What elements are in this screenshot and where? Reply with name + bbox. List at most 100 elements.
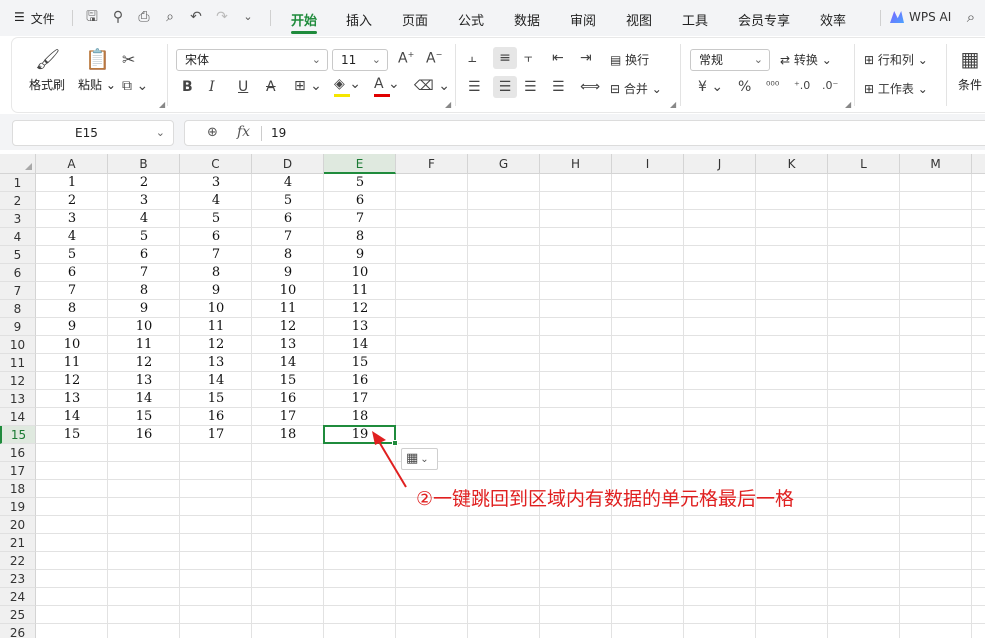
cell-C6[interactable]: 8 <box>180 264 252 282</box>
cell-E14[interactable]: 18 <box>324 408 396 426</box>
align-left-icon[interactable]: ☰ <box>468 79 481 95</box>
cell-D2[interactable]: 5 <box>252 192 324 210</box>
cell-D11[interactable]: 14 <box>252 354 324 372</box>
row-header-16[interactable]: 16 <box>0 444 36 462</box>
cell-B5[interactable]: 6 <box>108 246 180 264</box>
cell-E2[interactable]: 6 <box>324 192 396 210</box>
row-header-4[interactable]: 4 <box>0 228 36 246</box>
cell-B12[interactable]: 13 <box>108 372 180 390</box>
column-header-B[interactable]: B <box>108 154 180 174</box>
cell-B7[interactable]: 8 <box>108 282 180 300</box>
cell-B13[interactable]: 14 <box>108 390 180 408</box>
row-header-13[interactable]: 13 <box>0 390 36 408</box>
copy-icon[interactable]: ⧉ ⌄ <box>122 78 148 94</box>
column-header-A[interactable]: A <box>36 154 108 174</box>
column-header-H[interactable]: H <box>540 154 612 174</box>
row-header-20[interactable]: 20 <box>0 516 36 534</box>
tab-1[interactable]: 插入 <box>346 10 372 29</box>
row-header-8[interactable]: 8 <box>0 300 36 318</box>
row-header-10[interactable]: 10 <box>0 336 36 354</box>
cell-E13[interactable]: 17 <box>324 390 396 408</box>
format-painter-button[interactable]: 🖌 格式刷 <box>29 48 65 93</box>
bold-button[interactable]: B <box>182 79 193 95</box>
font-name-select[interactable]: 宋体 ⌄ <box>176 49 328 71</box>
column-header-D[interactable]: D <box>252 154 324 174</box>
cell-D1[interactable]: 4 <box>252 174 324 192</box>
cell-B14[interactable]: 15 <box>108 408 180 426</box>
row-header-21[interactable]: 21 <box>0 534 36 552</box>
cell-D15[interactable]: 18 <box>252 426 324 444</box>
cell-A3[interactable]: 3 <box>36 210 108 228</box>
name-box[interactable]: E15 ⌄ <box>12 120 174 146</box>
cell-E4[interactable]: 8 <box>324 228 396 246</box>
fill-handle[interactable] <box>392 440 398 446</box>
clipboard-expand-icon[interactable]: ◢ <box>159 100 165 109</box>
cell-D7[interactable]: 10 <box>252 282 324 300</box>
cell-C13[interactable]: 15 <box>180 390 252 408</box>
print-icon[interactable]: ⎙ <box>136 9 152 25</box>
row-header-24[interactable]: 24 <box>0 588 36 606</box>
cell-B9[interactable]: 10 <box>108 318 180 336</box>
zoom-search-icon[interactable]: ⊕ <box>207 125 218 140</box>
align-middle-icon[interactable]: ≡ <box>493 47 517 69</box>
chevron-down-icon[interactable]: ⌄ <box>156 126 165 139</box>
undo-icon[interactable]: ↶ <box>188 9 204 25</box>
tab-5[interactable]: 审阅 <box>570 10 596 29</box>
align-bottom-icon[interactable]: ⫟ <box>524 50 532 66</box>
formula-input[interactable]: ⊕ fx 19 <box>184 120 985 146</box>
quick-action-button[interactable]: ▦ ⌄ <box>401 448 438 470</box>
cell-A14[interactable]: 14 <box>36 408 108 426</box>
thousands-separator-icon[interactable]: ⁰⁰⁰ <box>766 79 779 92</box>
wps-ai-button[interactable]: WPS AI <box>890 10 951 24</box>
cell-D10[interactable]: 13 <box>252 336 324 354</box>
cell-A12[interactable]: 12 <box>36 372 108 390</box>
cell-B11[interactable]: 12 <box>108 354 180 372</box>
cell-A5[interactable]: 5 <box>36 246 108 264</box>
clear-format-icon[interactable]: ⌫ ⌄ <box>414 78 450 94</box>
row-header-7[interactable]: 7 <box>0 282 36 300</box>
column-header-partial[interactable] <box>972 154 985 174</box>
cell-C1[interactable]: 3 <box>180 174 252 192</box>
tab-0[interactable]: 开始 <box>291 10 317 29</box>
conditional-format-button[interactable]: ▦ 条件 <box>958 48 982 93</box>
row-header-22[interactable]: 22 <box>0 552 36 570</box>
cell-C15[interactable]: 17 <box>180 426 252 444</box>
file-menu[interactable]: ☰ 文件 <box>14 10 55 27</box>
font-size-select[interactable]: 11 ⌄ <box>332 49 388 71</box>
row-header-11[interactable]: 11 <box>0 354 36 372</box>
cell-E6[interactable]: 10 <box>324 264 396 282</box>
cell-C5[interactable]: 7 <box>180 246 252 264</box>
column-header-C[interactable]: C <box>180 154 252 174</box>
share-link-icon[interactable]: ⚲ <box>110 9 126 25</box>
cell-D14[interactable]: 17 <box>252 408 324 426</box>
decrease-font-icon[interactable]: A− <box>426 50 442 67</box>
cell-D9[interactable]: 12 <box>252 318 324 336</box>
cell-A9[interactable]: 9 <box>36 318 108 336</box>
select-all-corner[interactable] <box>0 154 36 174</box>
percent-button[interactable]: % <box>738 79 751 95</box>
convert-button[interactable]: ⇄ 转换 ⌄ <box>780 51 832 68</box>
insert-function-icon[interactable]: fx <box>237 124 250 140</box>
save-icon[interactable]: 🖫 <box>84 9 100 25</box>
alignment-expand-icon[interactable]: ◢ <box>670 100 676 109</box>
fill-color-button[interactable]: ◈ ⌄ <box>334 76 361 97</box>
cell-C2[interactable]: 4 <box>180 192 252 210</box>
row-header-23[interactable]: 23 <box>0 570 36 588</box>
cell-E10[interactable]: 14 <box>324 336 396 354</box>
column-header-M[interactable]: M <box>900 154 972 174</box>
cell-B3[interactable]: 4 <box>108 210 180 228</box>
row-header-6[interactable]: 6 <box>0 264 36 282</box>
cell-E1[interactable]: 5 <box>324 174 396 192</box>
column-header-G[interactable]: G <box>468 154 540 174</box>
print-preview-icon[interactable]: ⌕ <box>162 9 178 25</box>
paste-button[interactable]: 📋 粘贴 ⌄ <box>78 48 116 93</box>
cell-B15[interactable]: 16 <box>108 426 180 444</box>
borders-icon[interactable]: ⊞ ⌄ <box>294 78 322 94</box>
cell-E11[interactable]: 15 <box>324 354 396 372</box>
cell-A2[interactable]: 2 <box>36 192 108 210</box>
align-center-icon[interactable]: ☰ <box>493 76 517 98</box>
cell-B10[interactable]: 11 <box>108 336 180 354</box>
column-header-J[interactable]: J <box>684 154 756 174</box>
row-header-18[interactable]: 18 <box>0 480 36 498</box>
cell-D3[interactable]: 6 <box>252 210 324 228</box>
